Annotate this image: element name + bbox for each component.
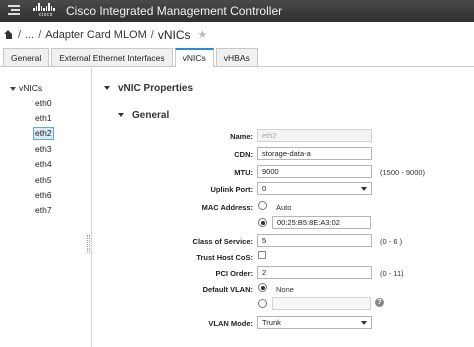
mac-manual-radio[interactable] <box>258 218 267 227</box>
chevron-down-icon <box>104 86 110 91</box>
tab-vhbas[interactable]: vHBAs <box>215 48 258 66</box>
top-banner: cisco Cisco Integrated Management Contro… <box>0 0 474 22</box>
chevron-down-icon <box>10 86 16 91</box>
tree-item-eth0[interactable]: eth0 <box>34 98 53 109</box>
uplink-port-label: Uplink Port: <box>210 185 254 194</box>
default-vlan-custom-radio[interactable] <box>258 299 267 308</box>
default-vlan-field[interactable] <box>272 297 371 310</box>
pci-order-field[interactable]: 2 <box>257 266 372 279</box>
app-title: Cisco Integrated Management Controller <box>66 4 283 18</box>
default-vlan-none-radio[interactable] <box>258 283 267 292</box>
uplink-port-select[interactable]: 0 <box>257 182 372 195</box>
breadcrumb: / ... / Adapter Card MLOM / vNICs ★ <box>0 22 474 47</box>
mtu-hint: (1500 - 9000) <box>380 168 426 177</box>
default-vlan-none-label: None <box>276 285 294 294</box>
mac-address-label: MAC Address: <box>201 203 253 212</box>
name-field: eth2 <box>257 129 372 142</box>
tree-item-eth5[interactable]: eth5 <box>34 175 53 186</box>
vlan-mode-label: VLAN Mode: <box>208 319 253 328</box>
vnic-tree: vNICs eth0 eth1 eth2 eth3 eth4 eth5 eth6… <box>0 68 92 347</box>
tab-external-ethernet-interfaces[interactable]: External Ethernet Interfaces <box>51 48 173 66</box>
cdn-field[interactable]: storage-data-a <box>257 147 372 160</box>
tab-bar: General External Ethernet Interfaces vNI… <box>0 48 474 67</box>
class-of-service-label: Class of Service: <box>192 237 253 246</box>
section-vnic-properties[interactable]: vNIC Properties <box>104 83 193 94</box>
menu-icon[interactable] <box>8 5 20 17</box>
default-vlan-label: Default VLAN: <box>202 285 253 294</box>
tree-item-eth4[interactable]: eth4 <box>34 159 53 170</box>
home-icon[interactable] <box>4 30 13 39</box>
tree-item-eth7[interactable]: eth7 <box>34 205 53 216</box>
cdn-label: CDN: <box>234 150 253 159</box>
mtu-label: MTU: <box>234 168 253 177</box>
breadcrumb-ellipsis[interactable]: ... <box>25 29 34 41</box>
breadcrumb-adapter-card[interactable]: Adapter Card MLOM <box>45 29 146 41</box>
pci-order-label: PCI Order: <box>215 269 253 278</box>
tree-root-vnics[interactable]: vNICs <box>10 83 42 93</box>
tree-item-eth1[interactable]: eth1 <box>34 113 53 124</box>
tab-general[interactable]: General <box>3 48 50 66</box>
tree-item-eth6[interactable]: eth6 <box>34 190 53 201</box>
mac-auto-radio[interactable] <box>258 201 267 210</box>
help-icon[interactable]: ? <box>375 298 384 307</box>
name-label: Name: <box>230 132 253 141</box>
class-of-service-field[interactable]: 5 <box>257 234 372 247</box>
tree-item-eth3[interactable]: eth3 <box>34 144 53 155</box>
pci-order-hint: (0 - 11) <box>380 269 404 278</box>
splitter-handle[interactable] <box>87 235 90 253</box>
section-general[interactable]: General <box>118 110 169 121</box>
breadcrumb-current: vNICs <box>157 27 191 42</box>
trust-host-cos-label: Trust Host CoS: <box>196 253 253 262</box>
cisco-logo: cisco <box>33 3 59 19</box>
mac-auto-label: Auto <box>276 203 292 212</box>
chevron-down-icon <box>361 187 367 191</box>
vlan-mode-select[interactable]: Trunk <box>257 316 372 329</box>
trust-host-cos-checkbox[interactable] <box>258 251 266 259</box>
class-of-service-hint: (0 - 6 ) <box>380 237 403 246</box>
tab-vnics[interactable]: vNICs <box>174 48 214 67</box>
chevron-down-icon <box>361 321 367 325</box>
tree-item-eth2[interactable]: eth2 <box>33 127 54 140</box>
mtu-field[interactable]: 9000 <box>257 165 372 178</box>
chevron-down-icon <box>118 113 124 118</box>
star-icon[interactable]: ★ <box>198 28 208 41</box>
mac-address-field[interactable]: 00:25:B5:8E:A3:02 <box>272 216 371 229</box>
